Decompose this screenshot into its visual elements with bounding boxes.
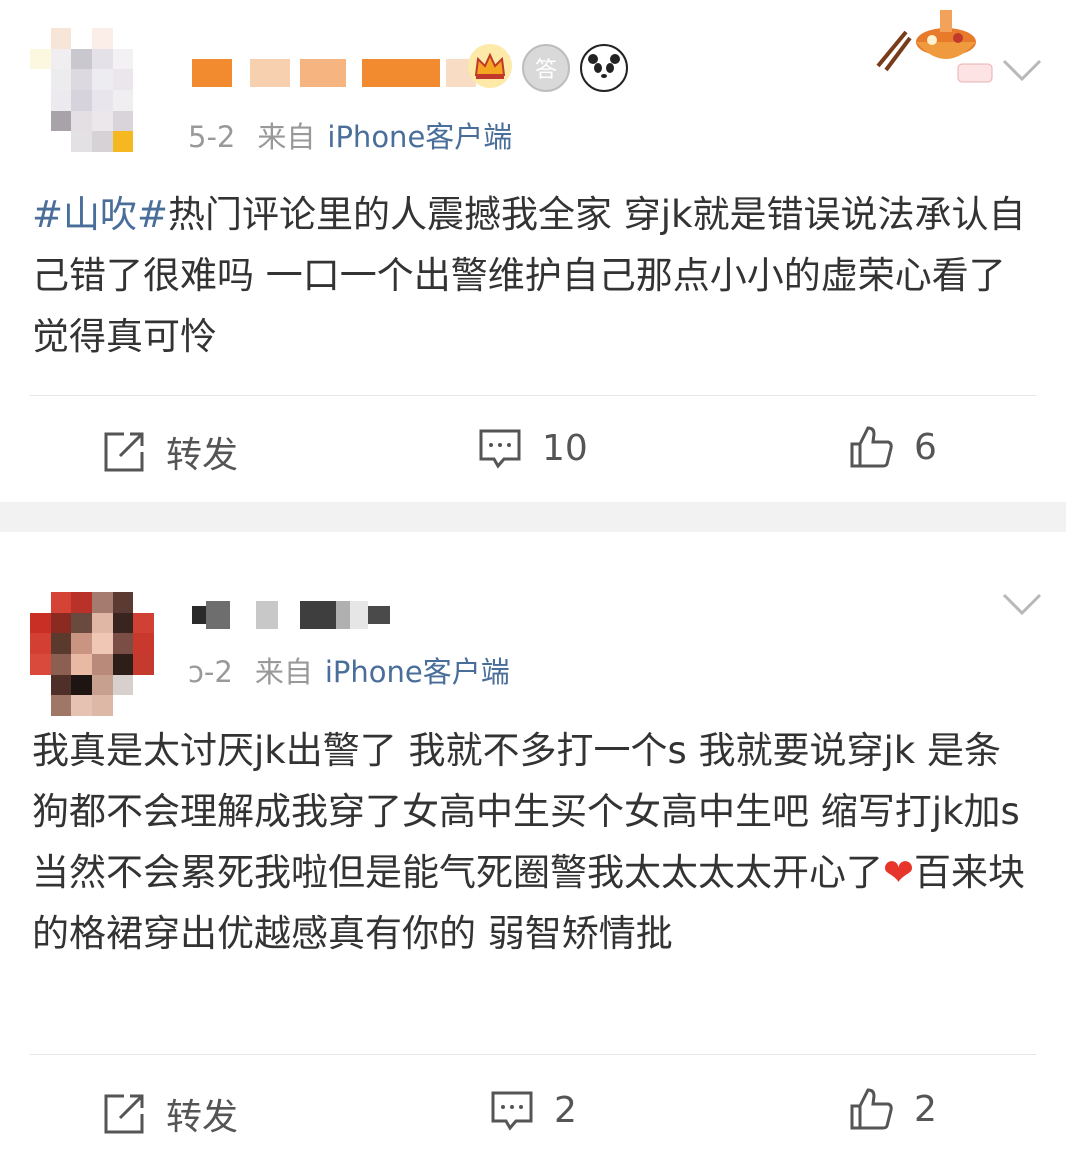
comment-button[interactable]: 10 bbox=[478, 426, 588, 470]
source-link[interactable]: iPhone客户端 bbox=[327, 120, 512, 154]
source-prefix: 来自 bbox=[254, 655, 313, 689]
username[interactable] bbox=[192, 594, 390, 636]
like-button[interactable]: 2 bbox=[848, 1086, 937, 1132]
comment-count: 2 bbox=[554, 1089, 577, 1131]
divider bbox=[30, 395, 1036, 396]
panda-icon bbox=[580, 44, 628, 92]
repost-icon bbox=[104, 432, 144, 472]
answer-medal-icon: 答 bbox=[522, 44, 570, 92]
like-count: 6 bbox=[914, 426, 937, 468]
comment-icon bbox=[491, 1091, 533, 1131]
post-meta: ɔ-2 来自 iPhone客户端 bbox=[188, 649, 532, 691]
weibo-post: ɔ-2 来自 iPhone客户端 我真是太讨厌jk出警了 我就不多打一个s 我就要说… bbox=[0, 532, 1066, 1165]
post-text: #山吹#热门评论里的人震撼我全家 穿jk就是错误说法承认自己错了很难吗 一口一个… bbox=[32, 184, 1032, 367]
avatar[interactable] bbox=[30, 592, 154, 716]
chevron-down-icon[interactable] bbox=[1002, 592, 1042, 616]
comment-count: 10 bbox=[542, 427, 588, 469]
comment-button[interactable]: 2 bbox=[490, 1088, 577, 1132]
crown-icon bbox=[468, 44, 512, 88]
post-separator bbox=[0, 502, 1066, 532]
comment-icon bbox=[479, 429, 521, 469]
post-text: 我真是太讨厌jk出警了 我就不多打一个s 我就要说穿jk 是条狗都不会理解成我穿… bbox=[32, 720, 1032, 964]
thumbs-up-icon bbox=[850, 426, 893, 468]
timestamp: 5-2 bbox=[188, 120, 236, 154]
source-link[interactable]: iPhone客户端 bbox=[325, 655, 510, 689]
post-meta: 5-2 来自 iPhone客户端 bbox=[188, 114, 534, 156]
like-button[interactable]: 6 bbox=[848, 424, 937, 470]
divider bbox=[30, 1054, 1036, 1055]
repost-icon bbox=[104, 1094, 144, 1134]
hashtag-link[interactable]: #山吹# bbox=[32, 193, 168, 236]
source-prefix: 来自 bbox=[257, 120, 316, 154]
heart-emoji-icon: ❤ bbox=[883, 851, 915, 894]
timestamp: ɔ-2 bbox=[188, 655, 233, 689]
repost-button[interactable]: 转发 bbox=[102, 1088, 238, 1140]
repost-label: 转发 bbox=[166, 1097, 239, 1138]
repost-label: 转发 bbox=[166, 435, 239, 476]
post-body: 我真是太讨厌jk出警了 我就不多打一个s 我就要说穿jk 是条狗都不会理解成我穿… bbox=[32, 729, 1020, 894]
avatar[interactable] bbox=[30, 28, 154, 152]
repost-button[interactable]: 转发 bbox=[102, 426, 238, 478]
hotpot-sticker-icon bbox=[876, 10, 993, 83]
answer-medal-label: 答 bbox=[534, 58, 557, 83]
like-count: 2 bbox=[914, 1088, 937, 1130]
chevron-down-icon[interactable] bbox=[1002, 58, 1042, 82]
post-body: 热门评论里的人震撼我全家 穿jk就是错误说法承认自己错了很难吗 一口一个出警维护… bbox=[32, 193, 1026, 358]
weibo-post: 答 5-2 来自 iPhone客户端 #山吹#热门评论里的人震撼我全家 穿jk就是错… bbox=[0, 0, 1066, 502]
thumbs-up-icon bbox=[850, 1088, 893, 1130]
username[interactable] bbox=[192, 52, 476, 94]
user-badges: 答 bbox=[468, 44, 628, 92]
